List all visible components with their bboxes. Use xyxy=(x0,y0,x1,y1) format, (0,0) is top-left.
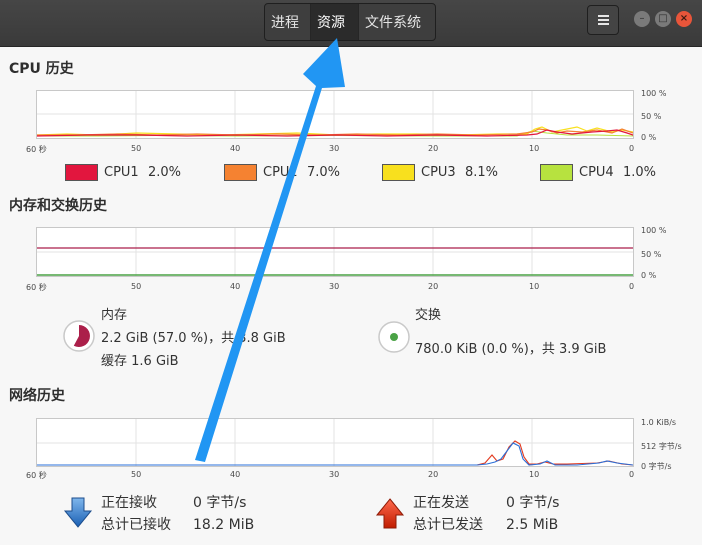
cpu-x-tick-60: 60 秒 xyxy=(26,145,47,154)
network-graph-plot xyxy=(37,419,633,466)
cpu2-value: 7.0% xyxy=(307,165,341,180)
cpu3-value: 8.1% xyxy=(465,165,499,180)
send-arrow-icon[interactable] xyxy=(375,497,405,529)
memory-x-tick-50: 50 xyxy=(131,282,142,291)
memory-x-tick-40: 40 xyxy=(230,282,241,291)
network-x-tick-0: 0 xyxy=(629,470,635,479)
cpu3-label: CPU3 xyxy=(421,165,456,180)
memory-y-tick-100: 100 % xyxy=(641,226,667,235)
cpu1-label: CPU1 xyxy=(104,165,139,180)
receive-arrow-icon[interactable] xyxy=(63,497,93,529)
cpu-x-tick-30: 30 xyxy=(329,144,340,153)
cpu-y-tick-100: 100 % xyxy=(641,89,667,98)
minimize-button[interactable]: – xyxy=(634,11,650,27)
cpu-history-title: CPU 历史 xyxy=(9,61,74,77)
cpu-x-tick-20: 20 xyxy=(428,144,439,153)
total-sent-value: 2.5 MiB xyxy=(506,517,559,533)
tab-processes[interactable]: 进程 xyxy=(265,4,311,40)
cpu3-legend[interactable]: CPU3 8.1% xyxy=(382,164,498,181)
memory-pie-icon[interactable] xyxy=(62,319,96,353)
memory-history-title: 内存和交换历史 xyxy=(9,198,107,214)
cpu-y-tick-50: 50 % xyxy=(641,112,662,121)
cpu2-legend[interactable]: CPU2 7.0% xyxy=(224,164,340,181)
menu-button[interactable] xyxy=(587,5,619,35)
cpu1-legend[interactable]: CPU1 2.0% xyxy=(65,164,181,181)
memory-x-tick-10: 10 xyxy=(529,282,540,291)
network-x-tick-60: 60 秒 xyxy=(26,471,47,480)
network-y-tick-0: 0 字节/s xyxy=(641,462,672,471)
memory-cache-text: 缓存 1.6 GiB xyxy=(101,354,179,369)
close-button[interactable]: × xyxy=(676,11,692,27)
memory-y-tick-0: 0 % xyxy=(641,271,657,280)
network-y-tick-max: 1.0 KiB/s xyxy=(641,418,677,427)
memory-x-tick-30: 30 xyxy=(329,282,340,291)
sending-rate: 0 字节/s xyxy=(506,495,560,511)
cpu4-legend[interactable]: CPU4 1.0% xyxy=(540,164,656,181)
network-x-tick-40: 40 xyxy=(230,470,241,479)
tab-resources[interactable]: 资源 xyxy=(311,4,359,40)
memory-graph xyxy=(36,227,634,277)
receiving-label: 正在接收 xyxy=(101,495,157,511)
network-x-tick-50: 50 xyxy=(131,470,142,479)
cpu-graph xyxy=(36,90,634,139)
tab-file-systems[interactable]: 文件系统 xyxy=(359,4,435,40)
memory-x-tick-60: 60 秒 xyxy=(26,283,47,292)
network-y-tick-mid: 512 字节/s xyxy=(641,442,682,451)
total-received-value: 18.2 MiB xyxy=(193,517,255,533)
memory-graph-plot xyxy=(37,228,633,276)
cpu4-value: 1.0% xyxy=(623,165,657,180)
memory-y-tick-50: 50 % xyxy=(641,250,662,259)
cpu-y-tick-0: 0 % xyxy=(641,133,657,142)
cpu2-label: CPU2 xyxy=(263,165,298,180)
cpu3-color-swatch[interactable] xyxy=(382,164,415,181)
memory-usage-text: 2.2 GiB (57.0 %)，共 3.8 GiB xyxy=(101,331,286,346)
cpu4-label: CPU4 xyxy=(579,165,614,180)
network-history-title: 网络历史 xyxy=(9,388,65,404)
cpu2-color-swatch[interactable] xyxy=(224,164,257,181)
network-x-tick-20: 20 xyxy=(428,470,439,479)
swap-label: 交换 xyxy=(415,308,442,323)
cpu-x-tick-0: 0 xyxy=(629,144,635,153)
view-switcher: 进程 资源 文件系统 xyxy=(264,3,436,41)
swap-pie-icon[interactable] xyxy=(377,320,411,354)
network-x-tick-30: 30 xyxy=(329,470,340,479)
cpu4-color-swatch[interactable] xyxy=(540,164,573,181)
sending-label: 正在发送 xyxy=(413,495,469,511)
memory-x-tick-20: 20 xyxy=(428,282,439,291)
memory-label: 内存 xyxy=(101,308,128,323)
cpu-x-tick-10: 10 xyxy=(529,144,540,153)
hamburger-icon xyxy=(597,14,609,26)
header-bar: 进程 资源 文件系统 – □ × xyxy=(0,0,702,47)
maximize-button[interactable]: □ xyxy=(655,11,671,27)
cpu1-value: 2.0% xyxy=(148,165,182,180)
total-received-label: 总计已接收 xyxy=(101,517,171,533)
receiving-rate: 0 字节/s xyxy=(193,495,247,511)
network-graph xyxy=(36,418,634,467)
swap-usage-text: 780.0 KiB (0.0 %)，共 3.9 GiB xyxy=(415,342,607,357)
cpu1-color-swatch[interactable] xyxy=(65,164,98,181)
memory-x-tick-0: 0 xyxy=(629,282,635,291)
cpu-x-tick-40: 40 xyxy=(230,144,241,153)
cpu-x-tick-50: 50 xyxy=(131,144,142,153)
cpu-graph-plot xyxy=(37,91,633,138)
total-sent-label: 总计已发送 xyxy=(413,517,483,533)
network-x-tick-10: 10 xyxy=(529,470,540,479)
